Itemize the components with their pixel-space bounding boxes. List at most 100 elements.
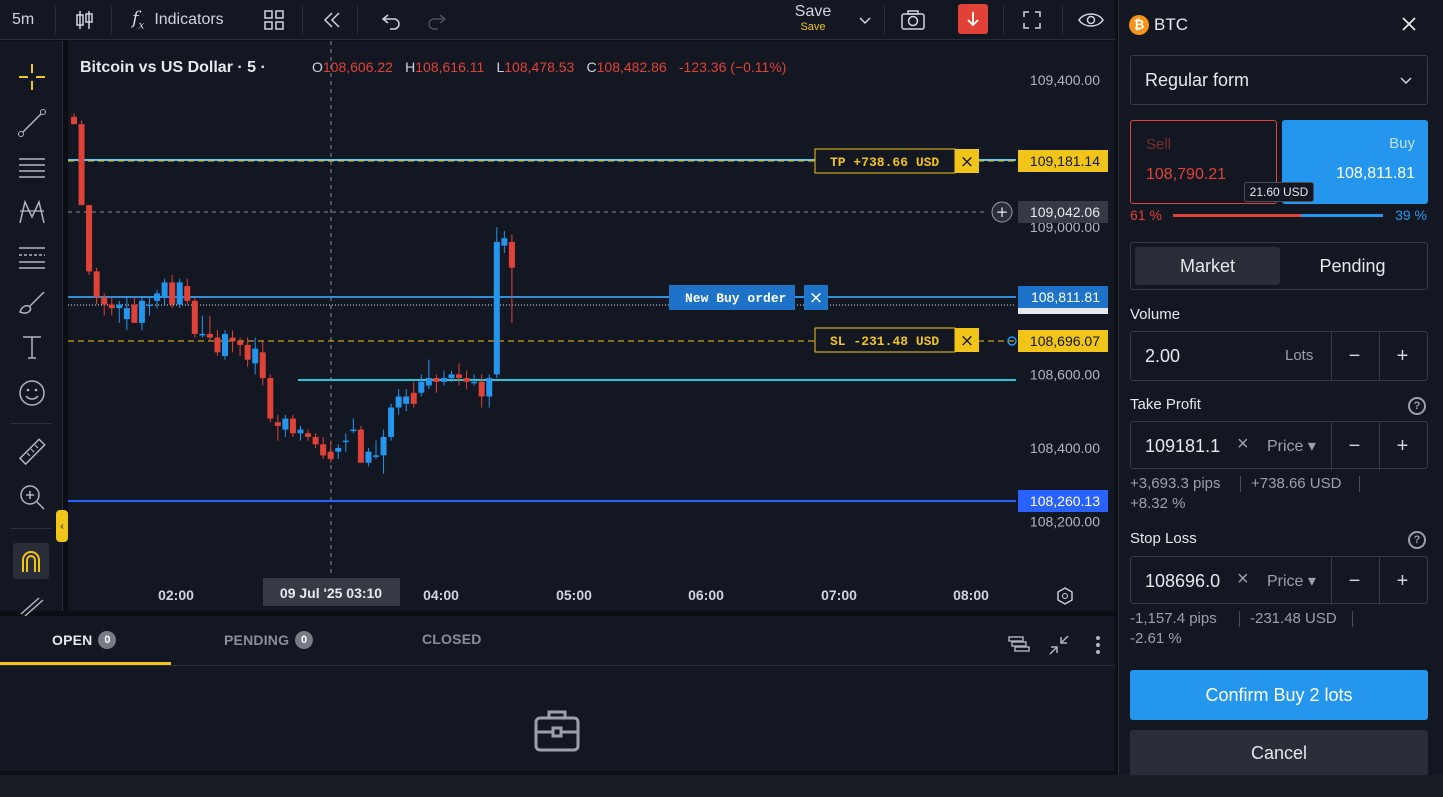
candle-body	[289, 418, 296, 434]
pattern-icon	[19, 199, 45, 224]
candle-body	[335, 448, 342, 452]
tab-pending[interactable]: PENDING 0	[224, 631, 314, 649]
divider	[1359, 476, 1360, 492]
close-icon: ×	[960, 331, 974, 351]
magnet-tool[interactable]	[13, 543, 49, 579]
trend-line-tool[interactable]	[16, 107, 48, 139]
clear-icon[interactable]: ×	[1237, 568, 1249, 591]
help-icon[interactable]: ?	[1408, 531, 1426, 549]
chart-canvas: 109,400.00109,000.00108,600.00108,400.00…	[68, 41, 1108, 606]
time-axis-label: 08:00	[953, 587, 989, 603]
volume-input[interactable]: 2.00	[1145, 346, 1180, 367]
help-icon[interactable]: ?	[1408, 397, 1426, 415]
time-axis-label: 05:00	[556, 587, 592, 603]
price-axis-label: 108,200.00	[1030, 514, 1100, 530]
visibility-button[interactable]	[1078, 0, 1104, 40]
zoom-in-icon	[20, 485, 45, 510]
candle-body	[191, 300, 198, 334]
plus-icon: +	[996, 203, 1009, 221]
replay-button[interactable]	[321, 0, 343, 40]
clear-icon[interactable]: ×	[1237, 433, 1249, 456]
price-chart[interactable]: 109,400.00 109,000.00 108,600.00 108,400.00…	[68, 41, 1114, 611]
volume-increase-button[interactable]: +	[1379, 332, 1425, 380]
horizontal-lines-tool[interactable]	[16, 152, 48, 184]
time-axis-label: 04:00	[423, 587, 459, 603]
pattern-tool[interactable]	[16, 196, 48, 228]
minus-icon: −	[1348, 569, 1361, 592]
new-buy-order-label: New Buy order	[685, 291, 786, 306]
brush-tool[interactable]	[16, 287, 48, 319]
save-options-button[interactable]	[858, 0, 872, 40]
tp-increase-button[interactable]: +	[1379, 422, 1425, 470]
tp-order-label: TP +738.66 USD	[830, 155, 939, 170]
candle-body	[259, 352, 266, 379]
group-positions-button[interactable]	[1007, 634, 1031, 659]
candle-body	[410, 392, 417, 404]
timeframe-button[interactable]: 5m	[12, 0, 34, 40]
ohlc-close: C108,482.86	[586, 59, 667, 75]
divider	[1240, 476, 1241, 492]
minimize-panel-button[interactable]	[1048, 634, 1070, 661]
sl-increase-button[interactable]: +	[1379, 557, 1425, 605]
screenshot-button[interactable]	[900, 0, 926, 40]
sl-decrease-button[interactable]: −	[1331, 557, 1377, 605]
volume-label: Volume	[1130, 306, 1181, 323]
indicators-button[interactable]: fx Indicators	[132, 0, 224, 40]
ohlc-open: O108,606.22	[311, 59, 393, 75]
top-toolbar: 5m fx Indicators Save Save	[0, 0, 1115, 40]
redo-button[interactable]	[426, 0, 448, 40]
candle-body	[305, 433, 312, 437]
cancel-button[interactable]: Cancel	[1130, 730, 1428, 776]
tabs-divider	[0, 665, 1115, 666]
save-button[interactable]: Save Save	[790, 3, 836, 37]
tab-market[interactable]: Market	[1135, 247, 1280, 285]
chevron-down-icon	[859, 17, 871, 25]
sell-label: Sell	[1146, 136, 1172, 153]
candle-body	[388, 407, 395, 437]
price-axis-label: 109,400.00	[1030, 72, 1100, 88]
tab-open[interactable]: OPEN 0	[52, 631, 117, 649]
sl-mode-select[interactable]: Price ▾	[1267, 571, 1316, 591]
take-profit-input[interactable]: 109181.1	[1145, 436, 1220, 457]
emoji-tool[interactable]	[16, 377, 48, 409]
time-axis-label: 06:00	[688, 587, 724, 603]
tab-closed[interactable]: CLOSED	[422, 631, 482, 647]
candle-body	[116, 304, 123, 309]
undo-button[interactable]	[380, 0, 402, 40]
candle-body	[206, 333, 213, 338]
arrow-down-icon	[967, 12, 979, 27]
candles-type-button[interactable]	[73, 0, 95, 40]
fib-tool[interactable]	[16, 241, 48, 273]
candle-body	[320, 444, 327, 456]
candle-body	[274, 422, 281, 426]
zoom-tool[interactable]	[16, 481, 48, 513]
fullscreen-button[interactable]	[1022, 0, 1042, 40]
candle-body	[71, 116, 77, 125]
tp-price-tag: 109,181.14	[1030, 153, 1100, 169]
time-axis-label: 02:00	[158, 587, 194, 603]
divider	[1352, 611, 1353, 627]
candle-body	[101, 297, 108, 305]
layout-button[interactable]	[263, 0, 285, 40]
eye-icon	[1078, 13, 1104, 27]
confirm-buy-button[interactable]: Confirm Buy 2 lots	[1130, 670, 1428, 720]
more-options-button[interactable]	[1094, 634, 1102, 661]
horizontal-lines-icon	[19, 158, 45, 178]
toolbar-divider	[357, 6, 358, 34]
tp-decrease-button[interactable]: −	[1331, 422, 1377, 470]
collapse-toolbar-button[interactable]: ‹	[56, 510, 68, 542]
crosshair-tool[interactable]	[16, 61, 48, 93]
measure-tool[interactable]	[16, 436, 48, 468]
candle-body	[138, 300, 145, 323]
minus-icon: −	[1348, 344, 1361, 367]
form-type-select[interactable]: Regular form	[1130, 55, 1428, 105]
tp-mode-select[interactable]: Price ▾	[1267, 436, 1316, 456]
volume-decrease-button[interactable]: −	[1331, 332, 1377, 380]
text-tool[interactable]	[16, 331, 48, 363]
candle-body	[342, 440, 349, 443]
stop-loss-input[interactable]: 108696.0	[1145, 571, 1220, 592]
download-button[interactable]	[958, 4, 988, 34]
tab-pending-order[interactable]: Pending	[1281, 247, 1424, 285]
close-panel-button[interactable]	[1399, 14, 1419, 39]
sentiment-sell-fill	[1173, 214, 1302, 217]
